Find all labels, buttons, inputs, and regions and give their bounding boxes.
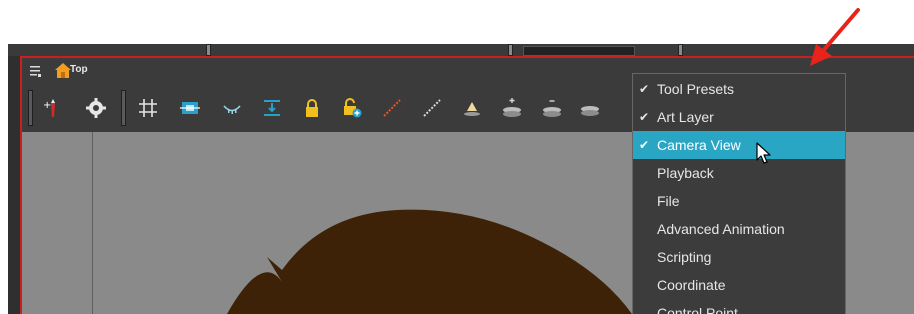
fit-view-icon[interactable] bbox=[178, 96, 202, 120]
menu-item-label: Playback bbox=[657, 165, 714, 181]
toolbar-separator bbox=[121, 90, 126, 126]
bone-icon[interactable] bbox=[420, 96, 444, 120]
menu-item-label: Advanced Animation bbox=[657, 221, 785, 237]
menu-item-coordinate[interactable]: Coordinate bbox=[633, 271, 845, 299]
bone-red-icon[interactable] bbox=[380, 96, 404, 120]
strip-handle[interactable] bbox=[678, 44, 683, 56]
strip-handle[interactable] bbox=[508, 44, 513, 56]
layer-up-icon[interactable] bbox=[500, 96, 524, 120]
menu-item-file[interactable]: File bbox=[633, 187, 845, 215]
menu-item-control-point[interactable]: Control Point bbox=[633, 299, 845, 314]
menu-item-label: Art Layer bbox=[657, 109, 714, 125]
toolbar-context-menu: ✔ Tool Presets ✔ Art Layer ✔ Camera View… bbox=[632, 73, 846, 314]
menu-item-playback[interactable]: Playback bbox=[633, 159, 845, 187]
annotation-arrow-icon bbox=[806, 6, 866, 68]
svg-text:+: + bbox=[43, 100, 51, 111]
mouse-cursor-icon bbox=[756, 142, 772, 166]
window-top-strip bbox=[8, 44, 914, 56]
menu-item-label: Coordinate bbox=[657, 277, 726, 293]
checkmark-icon: ✔ bbox=[639, 138, 650, 152]
onion-skin-icon[interactable] bbox=[220, 96, 244, 120]
view-menu-icon[interactable] bbox=[30, 64, 42, 77]
menu-item-label: Tool Presets bbox=[657, 81, 735, 97]
menu-item-label: Control Point bbox=[657, 305, 738, 314]
view-title: Top bbox=[70, 64, 88, 75]
menu-item-label: File bbox=[657, 193, 680, 209]
home-icon[interactable] bbox=[55, 63, 71, 78]
gear-icon[interactable] bbox=[84, 96, 108, 120]
menu-item-tool-presets[interactable]: ✔ Tool Presets bbox=[633, 75, 845, 103]
layer-stack-icon[interactable] bbox=[578, 96, 602, 120]
layer-down-icon[interactable] bbox=[540, 96, 564, 120]
add-tool-preset-icon[interactable]: + bbox=[40, 96, 64, 120]
canvas-guide-line bbox=[92, 132, 93, 314]
strip-handle[interactable] bbox=[206, 44, 211, 56]
menu-item-art-layer[interactable]: ✔ Art Layer bbox=[633, 103, 845, 131]
checkmark-icon: ✔ bbox=[639, 82, 650, 96]
strip-field[interactable] bbox=[523, 46, 635, 56]
align-icon[interactable] bbox=[260, 96, 284, 120]
toolbar-handle[interactable] bbox=[28, 90, 33, 126]
light-icon[interactable] bbox=[460, 96, 484, 120]
lock-icon[interactable] bbox=[300, 96, 324, 120]
menu-item-advanced-animation[interactable]: Advanced Animation bbox=[633, 215, 845, 243]
menu-item-label: Camera View bbox=[657, 137, 741, 153]
grid-icon[interactable] bbox=[136, 96, 160, 120]
menu-item-scripting[interactable]: Scripting bbox=[633, 243, 845, 271]
menu-item-label: Scripting bbox=[657, 249, 712, 265]
lock-add-icon[interactable] bbox=[340, 96, 364, 120]
menu-item-camera-view[interactable]: ✔ Camera View bbox=[633, 131, 845, 159]
checkmark-icon: ✔ bbox=[639, 110, 650, 124]
